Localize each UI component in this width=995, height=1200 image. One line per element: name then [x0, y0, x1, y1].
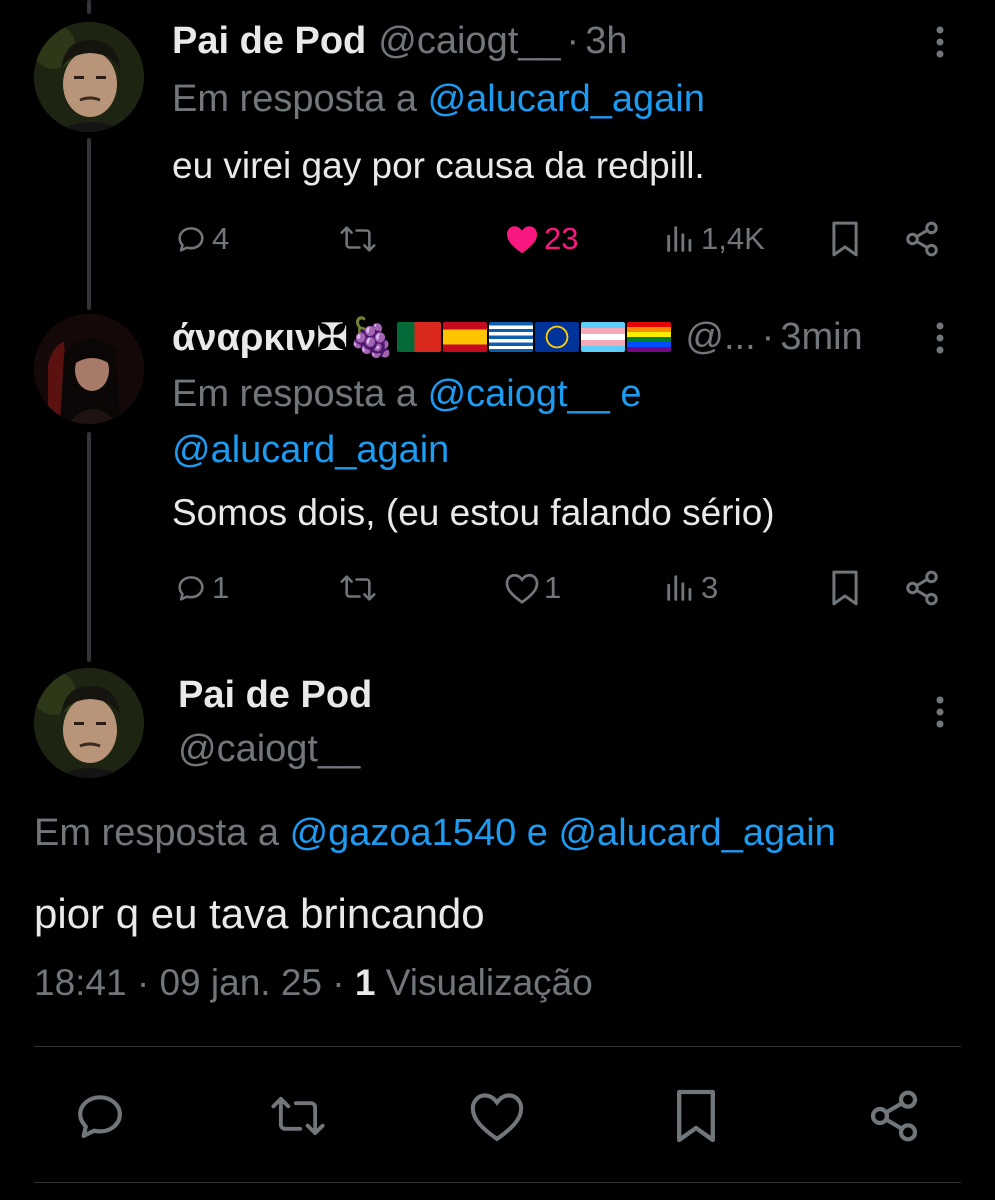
- reply-button[interactable]: [70, 1086, 130, 1146]
- views-count: 1,4K: [701, 221, 765, 256]
- bookmark-button[interactable]: [828, 217, 862, 261]
- thread-line-2: [87, 432, 91, 662]
- heart-icon: [505, 573, 539, 604]
- separator-dot: ·: [136, 962, 150, 1003]
- post-time[interactable]: 3min: [780, 316, 862, 359]
- retweet-button[interactable]: [338, 217, 378, 261]
- more-icon[interactable]: [925, 318, 955, 358]
- views-count: 1: [354, 962, 376, 1003]
- post-time[interactable]: 18:41: [34, 962, 127, 1003]
- flag-emojis: [397, 322, 673, 352]
- reply-prefix: Em resposta a: [34, 812, 279, 854]
- author-name[interactable]: άναρκιν✠🍇: [172, 315, 395, 360]
- like-count: 23: [544, 221, 579, 256]
- reply-button[interactable]: 1: [174, 566, 229, 610]
- mention-link[interactable]: @gazoa1540: [290, 812, 517, 854]
- bookmark-button[interactable]: [828, 566, 862, 610]
- retweet-icon: [340, 575, 376, 601]
- views-icon: [667, 226, 692, 252]
- reply-button[interactable]: 4: [174, 217, 229, 261]
- views-button[interactable]: 3: [663, 566, 718, 610]
- reply-joiner: e: [526, 812, 548, 854]
- share-button[interactable]: [903, 566, 941, 610]
- reply-joiner: e: [620, 373, 642, 415]
- flag-transgender-icon: [581, 322, 626, 352]
- author-handle[interactable]: @caiogt__: [378, 20, 560, 63]
- author-handle[interactable]: @caiogt__: [178, 728, 360, 771]
- reply-header: Pai de Pod @caiogt__ · 3h: [172, 16, 627, 66]
- reply-count: 1: [212, 570, 230, 605]
- mention-link[interactable]: @alucard_again: [428, 78, 705, 120]
- post-text: pior q eu tava brincando: [34, 890, 485, 937]
- post-time[interactable]: 3h: [585, 20, 627, 63]
- share-button[interactable]: [864, 1086, 924, 1146]
- reply-context: Em resposta a @alucard_again: [172, 72, 705, 127]
- author-name[interactable]: Pai de Pod: [178, 674, 372, 717]
- share-icon: [870, 1090, 918, 1142]
- author-name[interactable]: Pai de Pod: [172, 20, 366, 63]
- bookmark-button[interactable]: [666, 1086, 726, 1146]
- reply-icon: [178, 576, 204, 601]
- avatar[interactable]: [34, 314, 144, 424]
- separator-dot: ·: [761, 315, 775, 358]
- reply-prefix: Em resposta a: [172, 78, 417, 120]
- views-count: 3: [701, 570, 719, 605]
- reply-prefix: Em resposta a: [172, 373, 417, 415]
- divider: [34, 1182, 961, 1183]
- heart-icon: [470, 1093, 524, 1142]
- share-icon: [906, 221, 938, 257]
- reply-icon: [178, 227, 204, 252]
- reply-count: 4: [212, 221, 230, 256]
- post-text: eu virei gay por causa da redpill.: [172, 145, 705, 186]
- flag-eu-icon: [535, 322, 580, 352]
- flag-greece-icon: [489, 322, 534, 352]
- reply-context: Em resposta a @caiogt__ e @alucard_again: [172, 366, 732, 478]
- separator-dot: ·: [332, 962, 345, 1003]
- bookmark-icon: [677, 1089, 715, 1143]
- flag-spain-icon: [443, 322, 488, 352]
- retweet-icon: [340, 226, 376, 252]
- mention-link[interactable]: @alucard_again: [172, 429, 449, 471]
- author-handle[interactable]: @...: [685, 316, 755, 359]
- like-button[interactable]: 1: [504, 566, 561, 610]
- bookmark-icon: [832, 570, 858, 606]
- avatar[interactable]: [34, 22, 144, 132]
- mention-link[interactable]: @caiogt__: [428, 373, 610, 415]
- flag-portugal-icon: [397, 322, 442, 352]
- reply-context: Em resposta a @gazoa1540 e @alucard_agai…: [34, 806, 836, 861]
- like-button[interactable]: 23: [504, 217, 578, 261]
- retweet-icon: [271, 1096, 325, 1136]
- divider: [34, 1046, 961, 1047]
- post-text: Somos dois, (eu estou falando sério): [172, 492, 775, 533]
- views-icon: [667, 575, 692, 601]
- post-date[interactable]: 09 jan. 25: [159, 962, 322, 1003]
- like-count: 1: [544, 570, 562, 605]
- bookmark-icon: [832, 221, 858, 257]
- views-label[interactable]: Visualização: [386, 962, 593, 1003]
- separator-dot: ·: [566, 19, 580, 62]
- flag-rainbow-icon: [627, 322, 672, 352]
- share-button[interactable]: [903, 217, 941, 261]
- views-button[interactable]: 1,4K: [663, 217, 765, 261]
- share-icon: [906, 570, 938, 606]
- thread-line-top: [87, 0, 91, 14]
- avatar[interactable]: [34, 668, 144, 778]
- more-icon[interactable]: [925, 692, 955, 732]
- mention-link[interactable]: @alucard_again: [558, 812, 835, 854]
- reply-icon: [78, 1095, 122, 1138]
- like-button[interactable]: [467, 1086, 527, 1146]
- retweet-button[interactable]: [338, 566, 378, 610]
- reply-header: άναρκιν✠🍇 @... · 3min: [172, 312, 863, 362]
- post-meta: 18:41 · 09 jan. 25 · 1 Visualização: [34, 962, 593, 1004]
- heart-icon: [507, 226, 537, 254]
- more-icon[interactable]: [925, 22, 955, 62]
- thread-line-1: [87, 138, 91, 310]
- retweet-button[interactable]: [268, 1086, 328, 1146]
